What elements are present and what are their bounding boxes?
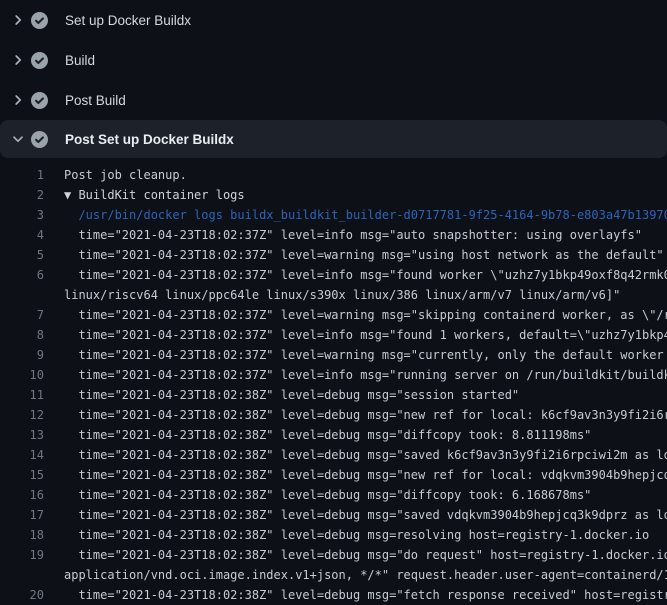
log-line-1: 1 Post job cleanup. xyxy=(0,165,667,185)
chevron-right-icon xyxy=(10,92,26,108)
log-line-number[interactable]: 19 xyxy=(0,545,44,565)
log-line-number[interactable]: 13 xyxy=(0,425,44,445)
log-line-14: 14 time="2021-04-23T18:02:38Z" level=deb… xyxy=(0,445,667,465)
log-line-text: Post job cleanup. xyxy=(64,165,667,185)
log-line-number[interactable]: 5 xyxy=(0,245,44,265)
log-group-toggle[interactable]: ▼ BuildKit container logs xyxy=(64,185,667,205)
log-line-text: time="2021-04-23T18:02:37Z" level=warnin… xyxy=(64,245,667,265)
log-command-text: /usr/bin/docker logs buildx_buildkit_bui… xyxy=(64,205,667,225)
log-line-12: 12 time="2021-04-23T18:02:38Z" level=deb… xyxy=(0,405,667,425)
log-line-text: time="2021-04-23T18:02:38Z" level=debug … xyxy=(64,485,667,505)
log-line-18: 18 time="2021-04-23T18:02:38Z" level=deb… xyxy=(0,525,667,545)
log-line-text: time="2021-04-23T18:02:37Z" level=info m… xyxy=(64,265,667,285)
log-line-number[interactable]: 17 xyxy=(0,505,44,525)
log-line-continuation: linux/riscv64 linux/ppc64le linux/s390x … xyxy=(0,285,667,305)
step-title: Set up Docker Buildx xyxy=(65,13,191,28)
log-line-10: 10 time="2021-04-23T18:02:37Z" level=inf… xyxy=(0,365,667,385)
step-row-set-up-docker-buildx[interactable]: Set up Docker Buildx xyxy=(0,0,667,40)
log-line-text: time="2021-04-23T18:02:37Z" level=info m… xyxy=(64,365,667,385)
log-line-19: 19 time="2021-04-23T18:02:38Z" level=deb… xyxy=(0,545,667,565)
log-line-number[interactable]: 18 xyxy=(0,525,44,545)
log-line-number[interactable]: 16 xyxy=(0,485,44,505)
log-line-text: time="2021-04-23T18:02:38Z" level=debug … xyxy=(64,405,667,425)
log-line-text: time="2021-04-23T18:02:38Z" level=debug … xyxy=(64,525,667,545)
log-line-text: time="2021-04-23T18:02:37Z" level=info m… xyxy=(64,325,667,345)
chevron-down-icon xyxy=(10,131,26,147)
log-line-5: 5 time="2021-04-23T18:02:37Z" level=warn… xyxy=(0,245,667,265)
log-line-number[interactable]: 15 xyxy=(0,465,44,485)
log-line-number[interactable]: 4 xyxy=(0,225,44,245)
chevron-right-icon xyxy=(10,12,26,28)
log-line-number[interactable]: 10 xyxy=(0,365,44,385)
log-line-8: 8 time="2021-04-23T18:02:37Z" level=info… xyxy=(0,325,667,345)
log-line-text: time="2021-04-23T18:02:38Z" level=debug … xyxy=(64,425,667,445)
log-line-number[interactable]: 12 xyxy=(0,405,44,425)
log-line-7: 7 time="2021-04-23T18:02:37Z" level=warn… xyxy=(0,305,667,325)
log-line-20: 20 time="2021-04-23T18:02:38Z" level=deb… xyxy=(0,585,667,605)
log-line-text: time="2021-04-23T18:02:38Z" level=debug … xyxy=(64,545,667,565)
step-title: Post Set up Docker Buildx xyxy=(65,132,234,147)
job-steps-list: Set up Docker Buildx Build Post Build Post … xyxy=(0,0,667,158)
log-line-13: 13 time="2021-04-23T18:02:38Z" level=deb… xyxy=(0,425,667,445)
step-row-post-build[interactable]: Post Build xyxy=(0,80,667,120)
log-line-9: 9 time="2021-04-23T18:02:37Z" level=warn… xyxy=(0,345,667,365)
step-row-post-set-up-docker-buildx[interactable]: Post Set up Docker Buildx xyxy=(0,120,667,158)
log-line-text: time="2021-04-23T18:02:38Z" level=debug … xyxy=(64,585,667,605)
check-circle-icon xyxy=(31,12,48,29)
log-line-3: 3 /usr/bin/docker logs buildx_buildkit_b… xyxy=(0,205,667,225)
log-viewer: 1 Post job cleanup. 2 ▼ BuildKit container … xyxy=(0,158,667,605)
step-title: Post Build xyxy=(65,93,126,108)
step-title: Build xyxy=(65,53,95,68)
log-line-number[interactable]: 7 xyxy=(0,305,44,325)
log-line-number xyxy=(0,285,44,305)
log-line-number[interactable]: 20 xyxy=(0,585,44,605)
log-line-4: 4 time="2021-04-23T18:02:37Z" level=info… xyxy=(0,225,667,245)
log-line-11: 11 time="2021-04-23T18:02:38Z" level=deb… xyxy=(0,385,667,405)
step-row-build[interactable]: Build xyxy=(0,40,667,80)
log-line-number[interactable]: 14 xyxy=(0,445,44,465)
check-circle-icon xyxy=(31,131,48,148)
log-line-number[interactable]: 9 xyxy=(0,345,44,365)
log-line-16: 16 time="2021-04-23T18:02:38Z" level=deb… xyxy=(0,485,667,505)
log-line-17: 17 time="2021-04-23T18:02:38Z" level=deb… xyxy=(0,505,667,525)
log-line-number xyxy=(0,565,44,585)
log-line-text: time="2021-04-23T18:02:37Z" level=warnin… xyxy=(64,345,667,365)
log-line-text: application/vnd.oci.image.index.v1+json,… xyxy=(64,565,667,585)
chevron-right-icon xyxy=(10,52,26,68)
log-line-number[interactable]: 8 xyxy=(0,325,44,345)
log-line-text: time="2021-04-23T18:02:37Z" level=warnin… xyxy=(64,305,667,325)
log-line-number[interactable]: 1 xyxy=(0,165,44,185)
log-line-number[interactable]: 3 xyxy=(0,205,44,225)
check-circle-icon xyxy=(31,52,48,69)
log-line-2: 2 ▼ BuildKit container logs xyxy=(0,185,667,205)
log-line-text: time="2021-04-23T18:02:38Z" level=debug … xyxy=(64,465,667,485)
log-line-continuation: application/vnd.oci.image.index.v1+json,… xyxy=(0,565,667,585)
log-line-text: linux/riscv64 linux/ppc64le linux/s390x … xyxy=(64,285,667,305)
log-line-15: 15 time="2021-04-23T18:02:38Z" level=deb… xyxy=(0,465,667,485)
check-circle-icon xyxy=(31,92,48,109)
log-line-text: time="2021-04-23T18:02:38Z" level=debug … xyxy=(64,445,667,465)
log-line-number[interactable]: 6 xyxy=(0,265,44,285)
log-line-6: 6 time="2021-04-23T18:02:37Z" level=info… xyxy=(0,265,667,285)
log-line-text: time="2021-04-23T18:02:37Z" level=info m… xyxy=(64,225,667,245)
log-line-text: time="2021-04-23T18:02:38Z" level=debug … xyxy=(64,385,667,405)
log-line-number[interactable]: 11 xyxy=(0,385,44,405)
log-line-text: time="2021-04-23T18:02:38Z" level=debug … xyxy=(64,505,667,525)
log-line-number[interactable]: 2 xyxy=(0,185,44,205)
